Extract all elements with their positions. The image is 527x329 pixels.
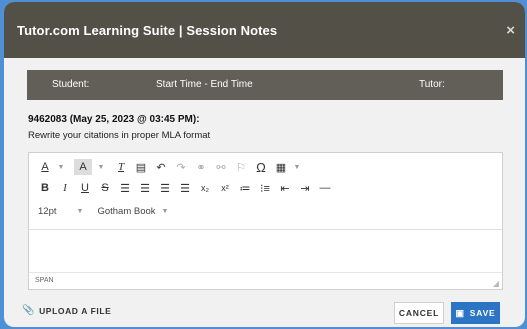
rich-text-editor: A ▼ A ▼ T ▤ ↶ ↷ ⚭ ⚯ ⚐ Ω ▦ ▼ B I U S ☰ ☰ … — [28, 152, 503, 290]
cancel-button[interactable]: CANCEL — [394, 302, 444, 324]
subscript-icon[interactable]: x₂ — [198, 180, 212, 196]
modal-title: Tutor.com Learning Suite | Session Notes — [17, 22, 278, 38]
time-range-label: Start Time - End Time — [156, 79, 253, 90]
superscript-icon[interactable]: x² — [218, 180, 232, 196]
background-color-icon[interactable]: A — [74, 159, 92, 175]
chevron-down-icon[interactable]: ▼ — [162, 208, 169, 215]
clear-formatting-icon[interactable]: T — [114, 159, 128, 175]
link-icon[interactable]: ⚭ — [194, 159, 208, 175]
close-icon[interactable]: × — [506, 22, 515, 39]
note-body: Rewrite your citations in proper MLA for… — [28, 130, 211, 141]
toolbar-row-3: 12pt ▼ Gotham Book ▼ — [38, 202, 182, 220]
numbered-list-icon[interactable]: ≔ — [238, 180, 252, 196]
student-label: Student: — [52, 79, 90, 90]
editor-toolbar: A ▼ A ▼ T ▤ ↶ ↷ ⚭ ⚯ ⚐ Ω ▦ ▼ B I U S ☰ ☰ … — [29, 153, 502, 230]
chevron-down-icon[interactable]: ▼ — [290, 159, 304, 175]
modal-titlebar: Tutor.com Learning Suite | Session Notes… — [4, 2, 525, 58]
chevron-down-icon[interactable]: ▼ — [94, 159, 108, 175]
save-button[interactable]: ▣ SAVE — [451, 302, 500, 324]
align-center-icon[interactable]: ☰ — [138, 180, 152, 196]
note-header: 9462083 (May 25, 2023 @ 03:45 PM): — [28, 114, 200, 125]
table-icon[interactable]: ▦ — [274, 159, 288, 175]
session-notes-modal: Tutor.com Learning Suite | Session Notes… — [4, 2, 525, 327]
resize-grip-icon[interactable]: ◢ — [493, 279, 499, 288]
indent-icon[interactable]: ⇥ — [298, 180, 312, 196]
special-character-icon[interactable]: Ω — [254, 159, 268, 175]
editor-content-area[interactable] — [29, 230, 502, 274]
redo-icon[interactable]: ↷ — [174, 159, 188, 175]
bulleted-list-icon[interactable]: ⁝≡ — [258, 180, 272, 196]
element-path: SPAN — [35, 277, 54, 284]
anchor-icon[interactable]: ⚐ — [234, 159, 248, 175]
unlink-icon[interactable]: ⚯ — [214, 159, 228, 175]
horizontal-rule-icon[interactable]: — — [318, 180, 332, 196]
italic-icon[interactable]: I — [58, 180, 72, 196]
toolbar-row-2: B I U S ☰ ☰ ☰ ☰ x₂ x² ≔ ⁝≡ ⇤ ⇥ — — [38, 179, 338, 197]
save-label: SAVE — [469, 308, 496, 318]
session-info-bar: Student: Start Time - End Time Tutor: — [27, 70, 503, 100]
chevron-down-icon[interactable]: ▼ — [54, 159, 68, 175]
tutor-label: Tutor: — [419, 79, 445, 90]
paperclip-icon: 📎 — [22, 305, 36, 316]
text-color-icon[interactable]: A — [38, 159, 52, 175]
chevron-down-icon[interactable]: ▼ — [77, 208, 84, 215]
align-justify-icon[interactable]: ☰ — [178, 180, 192, 196]
paste-icon[interactable]: ▤ — [134, 159, 148, 175]
undo-icon[interactable]: ↶ — [154, 159, 168, 175]
font-size-select[interactable]: 12pt — [38, 206, 57, 217]
align-right-icon[interactable]: ☰ — [158, 180, 172, 196]
toolbar-row-1: A ▼ A ▼ T ▤ ↶ ↷ ⚭ ⚯ ⚐ Ω ▦ ▼ — [38, 158, 310, 176]
align-left-icon[interactable]: ☰ — [118, 180, 132, 196]
save-icon: ▣ — [455, 307, 465, 318]
upload-file-button[interactable]: 📎 UPLOAD A FILE — [22, 305, 111, 316]
font-family-select[interactable]: Gotham Book — [97, 206, 155, 217]
outdent-icon[interactable]: ⇤ — [278, 180, 292, 196]
underline-icon[interactable]: U — [78, 180, 92, 196]
bold-icon[interactable]: B — [38, 180, 52, 196]
strikethrough-icon[interactable]: S — [98, 180, 112, 196]
upload-file-label: UPLOAD A FILE — [39, 305, 112, 316]
editor-statusbar: SPAN ◢ — [29, 272, 502, 289]
